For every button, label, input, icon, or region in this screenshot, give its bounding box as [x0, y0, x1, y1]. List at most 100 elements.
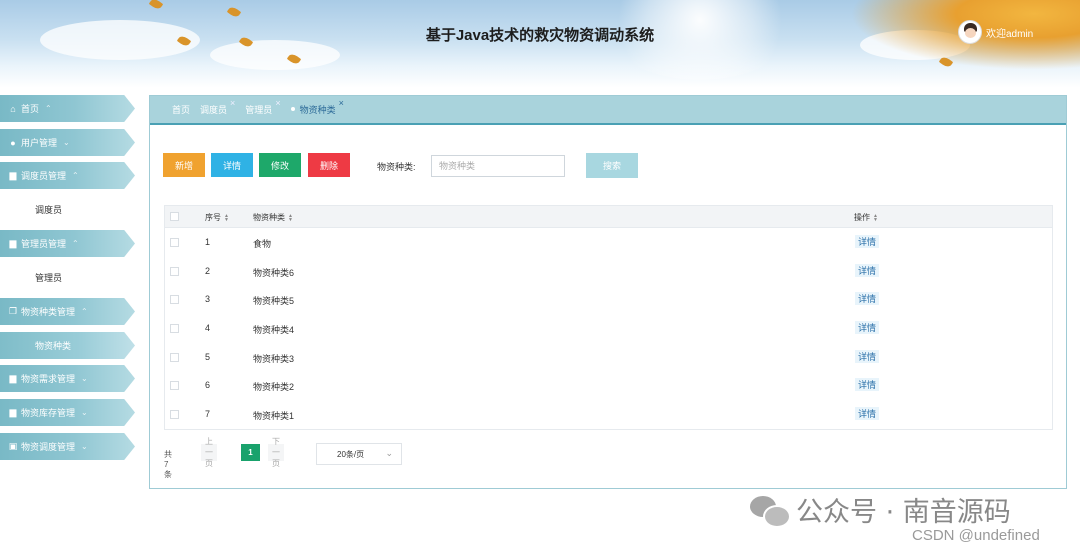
- table-row[interactable]: 7 物资种类1 详情: [165, 400, 1052, 429]
- tab-material-type[interactable]: 物资种类 ×: [290, 98, 344, 116]
- sidebar-item-material-type-management[interactable]: ❐ 物资种类管理 ⌃: [0, 298, 135, 325]
- column-header-label: 物资种类: [253, 213, 285, 222]
- cell-no: 4: [205, 323, 211, 333]
- avatar[interactable]: [958, 20, 982, 44]
- folder-icon: ▆: [9, 407, 17, 417]
- data-table: 序号 ▲ ▼ 物资种类 ▲ ▼ 操作 ▲ ▼ 1 食物 详情 2 物资种类6 详情: [164, 205, 1053, 430]
- sidebar-item-label: 物资种类管理: [21, 307, 76, 317]
- row-detail-button[interactable]: 详情: [855, 235, 879, 248]
- app-title: 基于Java技术的救灾物资调动系统: [425, 27, 655, 44]
- welcome-text: 欢迎admin: [986, 28, 1034, 40]
- row-checkbox[interactable]: [170, 381, 179, 390]
- select-all-checkbox[interactable]: [170, 212, 179, 221]
- column-header-material-type[interactable]: 物资种类 ▲ ▼: [253, 212, 293, 223]
- close-icon[interactable]: ×: [230, 98, 235, 108]
- printer-icon: ▆: [9, 373, 17, 383]
- wechat-watermark: 公众号 · 南音源码: [750, 490, 1011, 529]
- chevron-down-icon: ⌄: [81, 408, 88, 417]
- cell-no: 7: [205, 409, 211, 419]
- csdn-watermark: CSDN @undefined: [912, 527, 1040, 544]
- page-size-select[interactable]: 20条/页 ⌄: [316, 443, 402, 465]
- cell-material-type: 食物: [253, 239, 272, 249]
- search-button[interactable]: 搜索: [586, 153, 638, 178]
- column-header-action[interactable]: 操作 ▲ ▼: [854, 212, 878, 223]
- tab-label: 管理员: [245, 105, 273, 115]
- table-row[interactable]: 1 食物 详情: [165, 228, 1052, 257]
- sidebar-item-admin-management[interactable]: ▆ 管理员管理 ⌃: [0, 230, 135, 257]
- table-row[interactable]: 4 物资种类4 详情: [165, 314, 1052, 343]
- page-size-value: 20条/页: [337, 449, 365, 459]
- folder-icon: ▆: [9, 170, 17, 180]
- tab-home[interactable]: 首页: [172, 103, 190, 116]
- next-page-button[interactable]: 下一页: [268, 437, 284, 468]
- row-detail-button[interactable]: 详情: [855, 292, 879, 305]
- user-icon: ●: [10, 137, 16, 148]
- column-header-no[interactable]: 序号 ▲ ▼: [205, 212, 229, 223]
- main-panel: 首页 调度员 × 管理员 × 物资种类 × 新增 详情 修改 删除 物资种类: …: [149, 95, 1067, 489]
- sort-icon[interactable]: ▲ ▼: [873, 213, 878, 222]
- column-header-label: 操作: [854, 213, 870, 222]
- prev-page-button[interactable]: 上一页: [201, 437, 217, 468]
- row-detail-button[interactable]: 详情: [855, 264, 879, 277]
- cell-material-type: 物资种类6: [253, 268, 295, 278]
- cell-material-type: 物资种类1: [253, 411, 295, 421]
- row-checkbox[interactable]: [170, 410, 179, 419]
- edit-button[interactable]: 修改: [259, 153, 301, 177]
- table-header: 序号 ▲ ▼ 物资种类 ▲ ▼ 操作 ▲ ▼: [165, 206, 1052, 228]
- sidebar-item-material-dispatch-management[interactable]: ▣ 物资调度管理 ⌄: [0, 433, 135, 460]
- row-checkbox[interactable]: [170, 295, 179, 304]
- row-detail-button[interactable]: 详情: [855, 350, 879, 363]
- sidebar-item-label: 物资库存管理: [21, 408, 76, 418]
- page-number-current[interactable]: 1: [241, 444, 260, 461]
- sidebar-item-user-management[interactable]: ● 用户管理 ⌄: [0, 129, 135, 156]
- delete-button[interactable]: 删除: [308, 153, 350, 177]
- folder-icon: ▆: [9, 238, 17, 248]
- row-detail-button[interactable]: 详情: [855, 407, 879, 420]
- sidebar-item-home[interactable]: ⌂ 首页 ⌃: [0, 95, 135, 122]
- row-checkbox[interactable]: [170, 267, 179, 276]
- tab-dispatcher[interactable]: 调度员 ×: [200, 98, 235, 116]
- cell-material-type: 物资种类2: [253, 382, 295, 392]
- search-input[interactable]: [431, 155, 565, 177]
- sort-icon[interactable]: ▲ ▼: [288, 213, 293, 222]
- sidebar-item-label: 用户管理: [21, 138, 58, 148]
- chevron-down-icon: ⌄: [63, 138, 70, 147]
- sort-icon[interactable]: ▲ ▼: [224, 213, 229, 222]
- sidebar-item-material-demand-management[interactable]: ▆ 物资需求管理 ⌄: [0, 365, 135, 392]
- header-banner: 基于Java技术的救灾物资调动系统 欢迎admin: [0, 0, 1080, 88]
- sidebar-subitem-material-type[interactable]: 物资种类: [0, 332, 135, 359]
- cell-no: 1: [205, 237, 211, 247]
- row-detail-button[interactable]: 详情: [855, 378, 879, 391]
- chevron-down-icon: ⌄: [81, 442, 88, 451]
- sidebar-item-label: 首页: [21, 104, 40, 114]
- tab-label: 首页: [172, 105, 191, 115]
- row-detail-button[interactable]: 详情: [855, 321, 879, 334]
- sidebar-item-dispatcher-management[interactable]: ▆ 调度员管理 ⌃: [0, 162, 135, 189]
- search-label: 物资种类:: [377, 162, 416, 172]
- close-icon[interactable]: ×: [339, 98, 344, 108]
- sidebar-item-label: 调度员管理: [21, 171, 67, 181]
- column-header-label: 序号: [205, 213, 221, 222]
- chevron-down-icon: ⌄: [385, 448, 393, 458]
- tab-admin[interactable]: 管理员 ×: [245, 98, 280, 116]
- table-row[interactable]: 5 物资种类3 详情: [165, 343, 1052, 372]
- detail-button[interactable]: 详情: [211, 153, 253, 177]
- add-button[interactable]: 新增: [163, 153, 205, 177]
- chevron-up-icon: ⌃: [81, 307, 88, 316]
- sidebar-subitem-dispatcher[interactable]: 调度员: [0, 196, 135, 223]
- cell-no: 2: [205, 266, 211, 276]
- doc-icon: ▣: [8, 441, 18, 451]
- row-checkbox[interactable]: [170, 324, 179, 333]
- table-row[interactable]: 3 物资种类5 详情: [165, 285, 1052, 314]
- sidebar-item-material-stock-management[interactable]: ▆ 物资库存管理 ⌄: [0, 399, 135, 426]
- pagination-total: 共 7 条: [164, 450, 172, 479]
- table-row[interactable]: 6 物资种类2 详情: [165, 371, 1052, 400]
- cell-material-type: 物资种类5: [253, 296, 295, 306]
- row-checkbox[interactable]: [170, 353, 179, 362]
- close-icon[interactable]: ×: [275, 98, 280, 108]
- sidebar-subitem-admin[interactable]: 管理员: [0, 264, 135, 291]
- user-info[interactable]: 欢迎admin: [958, 20, 1033, 44]
- table-row[interactable]: 2 物资种类6 详情: [165, 257, 1052, 286]
- copy-icon: ❐: [8, 306, 18, 316]
- row-checkbox[interactable]: [170, 238, 179, 247]
